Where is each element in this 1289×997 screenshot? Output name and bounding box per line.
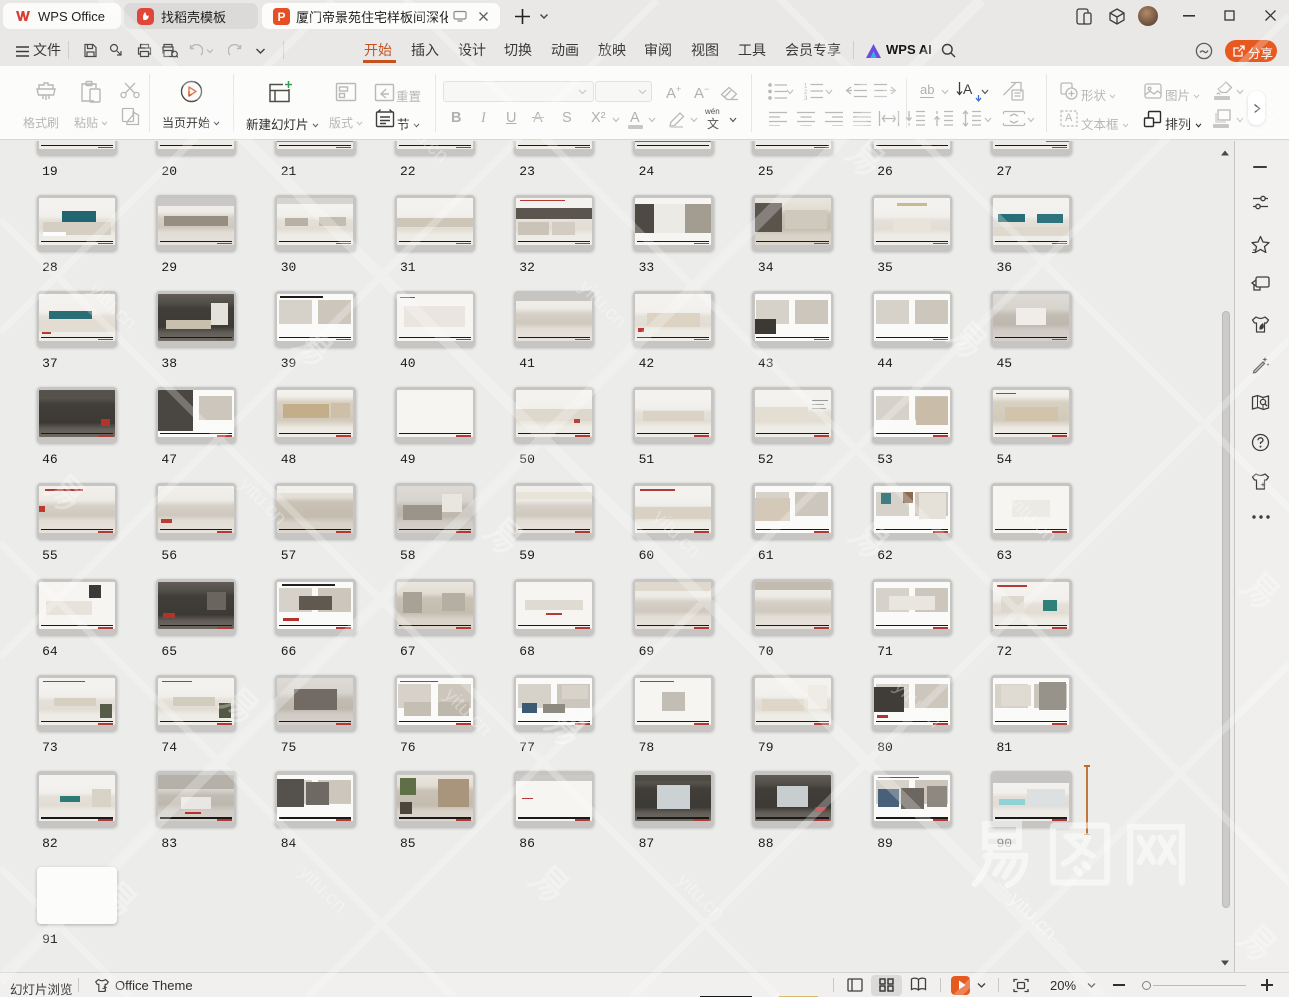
svg-text:P: P xyxy=(277,9,285,23)
svg-text:3: 3 xyxy=(804,96,808,100)
svg-text:1: 1 xyxy=(804,84,808,90)
